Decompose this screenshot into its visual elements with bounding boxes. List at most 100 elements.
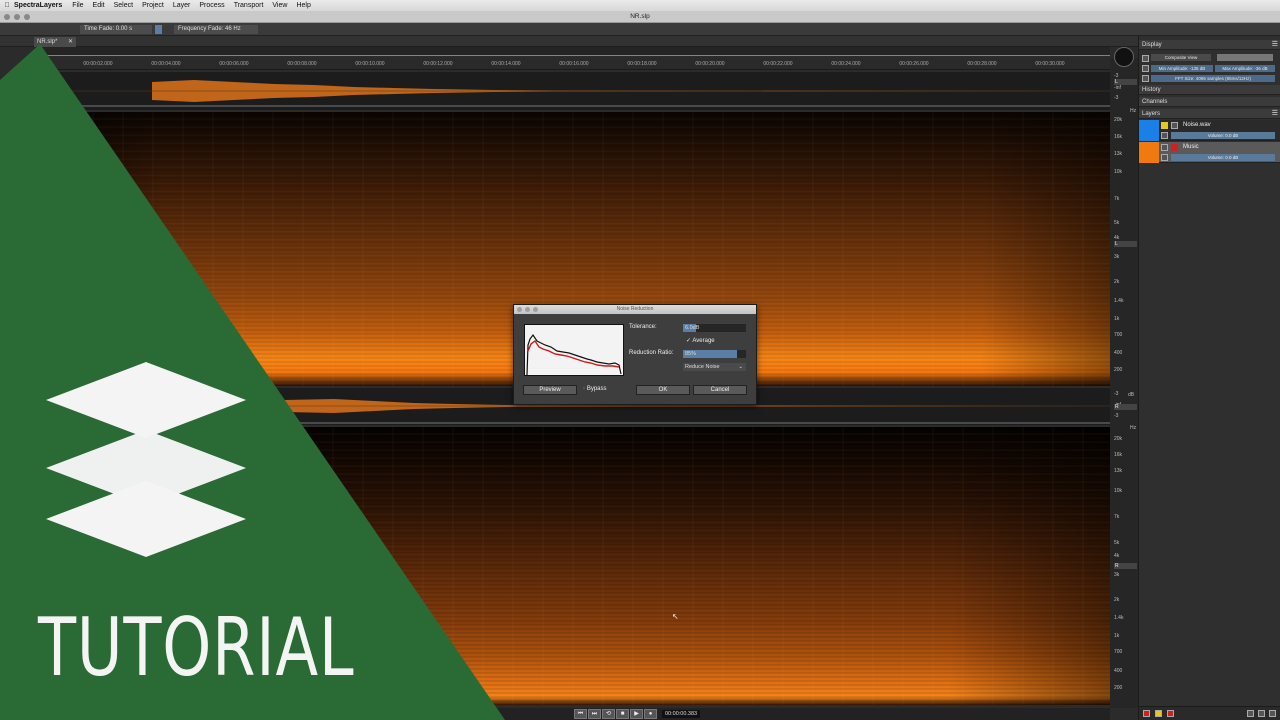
tutorial-label: TUTORIAL bbox=[38, 601, 355, 694]
channel-divider[interactable] bbox=[34, 105, 1110, 107]
ruler-tick: 00:00:26.000 bbox=[899, 61, 929, 67]
solo-icon[interactable] bbox=[1171, 144, 1178, 151]
fft-icon[interactable] bbox=[1142, 75, 1149, 82]
layer-color-swatch[interactable] bbox=[1139, 142, 1159, 163]
solo-icon[interactable] bbox=[1171, 122, 1178, 129]
navigator-knob[interactable] bbox=[1114, 47, 1134, 67]
tolerance-field[interactable]: 6.0dB bbox=[683, 324, 746, 332]
duplicate-layer-icon[interactable] bbox=[1258, 710, 1265, 717]
close-icon[interactable]: ✕ bbox=[68, 37, 73, 47]
channel-right-badge[interactable]: R bbox=[1114, 563, 1137, 569]
menu-icon[interactable]: ☰ bbox=[1272, 109, 1278, 119]
ok-button[interactable]: OK bbox=[636, 385, 690, 395]
layers-footer bbox=[1139, 706, 1280, 720]
cancel-button[interactable]: Cancel bbox=[693, 385, 747, 395]
reduction-ratio-field[interactable]: 85% bbox=[683, 350, 746, 358]
time-fade-slider[interactable] bbox=[155, 25, 162, 34]
freq-tick: 200 bbox=[1114, 367, 1123, 373]
apple-icon[interactable]:  bbox=[0, 2, 14, 9]
mute-icon[interactable] bbox=[1155, 710, 1162, 717]
menu-edit[interactable]: Edit bbox=[93, 2, 105, 9]
channel-right-badge[interactable]: R bbox=[1114, 404, 1137, 410]
menu-view[interactable]: View bbox=[272, 2, 287, 9]
loop-icon[interactable]: ⟲ bbox=[602, 709, 615, 719]
channels-panel-header[interactable]: Channels bbox=[1139, 97, 1280, 107]
ruler-tick: 00:00:16.000 bbox=[559, 61, 589, 67]
min-amplitude-field[interactable]: Min Amplitude: -135 dB bbox=[1151, 65, 1213, 72]
zoom-level: 196.6 bbox=[38, 59, 51, 65]
menu-project[interactable]: Project bbox=[142, 2, 164, 9]
layer-volume[interactable]: Volume: 0.0 dB bbox=[1171, 132, 1275, 139]
app-menu[interactable]: SpectraLayers bbox=[14, 2, 62, 9]
menu-bar:  SpectraLayers File Edit Select Project… bbox=[0, 0, 1280, 11]
channel-left-badge[interactable]: L bbox=[1114, 241, 1137, 247]
freq-tick: 1.4k bbox=[1114, 298, 1124, 304]
display-panel-header[interactable]: Display ☰ bbox=[1139, 40, 1280, 50]
menu-file[interactable]: File bbox=[72, 2, 83, 9]
overview-bar[interactable] bbox=[34, 47, 1110, 56]
display-mode-select[interactable] bbox=[1217, 54, 1273, 61]
dialog-window-controls[interactable] bbox=[517, 307, 538, 312]
freq-tick: 16k bbox=[1114, 134, 1123, 140]
lock-icon[interactable] bbox=[1161, 154, 1168, 161]
average-checkbox[interactable]: ✓ Average bbox=[686, 337, 715, 344]
time-fade-field[interactable]: Time Fade: 0.00 s bbox=[80, 25, 152, 34]
delete-layer-icon[interactable] bbox=[1269, 710, 1276, 717]
menu-process[interactable]: Process bbox=[199, 2, 224, 9]
frequency-axis-left: -3 -inf -3 dB Hz 20k 16k 13k 10k 7k 5k 4… bbox=[1110, 58, 1138, 388]
skip-back-icon[interactable]: ⏮ bbox=[574, 709, 587, 719]
lock-icon[interactable] bbox=[1161, 132, 1168, 139]
max-amplitude-field[interactable]: Max Amplitude: -36 dB bbox=[1215, 65, 1275, 72]
fft-size-field[interactable]: FFT Size: 4096 samples (85ms/12Hz) bbox=[1151, 75, 1275, 82]
record-icon[interactable]: ● bbox=[644, 709, 657, 719]
tab-label: NR.slp* bbox=[37, 39, 58, 45]
time-ruler[interactable]: 196.6 00:00:02.000 00:00:04.000 00:00:06… bbox=[34, 58, 1110, 70]
ruler-tick: 00:00:18.000 bbox=[627, 61, 657, 67]
layer-noise[interactable]: Noise.wav Volume: 0.0 dB bbox=[1139, 120, 1280, 141]
ruler-tick: 00:00:06.000 bbox=[219, 61, 249, 67]
menu-icon[interactable]: ☰ bbox=[1272, 40, 1278, 50]
freq-tick: 3k bbox=[1114, 572, 1120, 578]
amplitude-icon[interactable] bbox=[1142, 65, 1149, 72]
stop-icon[interactable]: ■ bbox=[616, 709, 629, 719]
menu-help[interactable]: Help bbox=[296, 2, 310, 9]
frequency-fade-field[interactable]: Frequency Fade: 46 Hz bbox=[174, 25, 258, 34]
preview-button[interactable]: Preview bbox=[523, 385, 577, 395]
freq-tick: 4k bbox=[1114, 553, 1120, 559]
freq-tick: 10k bbox=[1114, 488, 1123, 494]
history-panel-header[interactable]: History bbox=[1139, 85, 1280, 95]
dialog-titlebar[interactable]: Noise Reduction bbox=[514, 305, 756, 314]
freq-tick: 700 bbox=[1114, 332, 1123, 338]
db-label: -3 bbox=[1114, 95, 1119, 101]
bypass-checkbox[interactable]: ▫ Bypass bbox=[583, 386, 607, 392]
play-icon[interactable]: ▶ bbox=[630, 709, 643, 719]
menu-layer[interactable]: Layer bbox=[173, 2, 191, 9]
new-layer-icon[interactable] bbox=[1247, 710, 1254, 717]
tab-bar: NR.slp* ✕ bbox=[0, 36, 1280, 47]
tab-nr-slp[interactable]: NR.slp* ✕ bbox=[34, 37, 76, 47]
composite-view-select[interactable]: Composite View bbox=[1151, 54, 1211, 61]
menu-select[interactable]: Select bbox=[114, 2, 133, 9]
skip-forward-icon[interactable]: ⏭ bbox=[588, 709, 601, 719]
mode-select[interactable]: Reduce Noise ⌄ bbox=[683, 363, 746, 371]
layer-volume[interactable]: Volume: 0.0 dB bbox=[1171, 154, 1275, 161]
visibility-icon[interactable] bbox=[1161, 144, 1168, 151]
average-label: Average bbox=[692, 338, 715, 344]
solo-icon[interactable] bbox=[1167, 710, 1174, 717]
transport-time: 00:00:00.383 bbox=[662, 710, 701, 718]
channels-title: Channels bbox=[1142, 99, 1168, 105]
freq-tick: 1.4k bbox=[1114, 615, 1124, 621]
view-icon[interactable] bbox=[1142, 55, 1149, 62]
channel-left-badge[interactable]: L bbox=[1114, 79, 1137, 85]
layers-panel-header[interactable]: Layers ☰ bbox=[1139, 109, 1280, 119]
freq-tick: 700 bbox=[1114, 649, 1123, 655]
record-icon[interactable] bbox=[1143, 710, 1150, 717]
menu-transport[interactable]: Transport bbox=[234, 2, 264, 9]
layer-music[interactable]: Music Volume: 0.0 dB bbox=[1139, 142, 1280, 163]
window-controls[interactable] bbox=[4, 14, 30, 20]
layer-color-swatch[interactable] bbox=[1139, 120, 1159, 141]
freq-tick: 7k bbox=[1114, 196, 1120, 202]
visibility-icon[interactable] bbox=[1161, 122, 1168, 129]
channel-divider[interactable] bbox=[34, 422, 1110, 424]
freq-tick: 400 bbox=[1114, 350, 1123, 356]
